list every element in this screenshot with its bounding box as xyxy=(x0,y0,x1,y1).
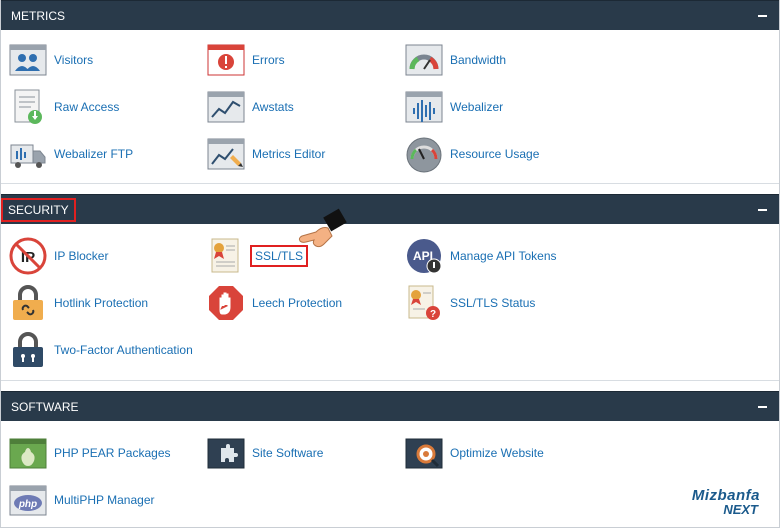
item-label: Leech Protection xyxy=(252,296,343,310)
security-item-leech-protection[interactable]: Leech Protection xyxy=(207,284,397,322)
security-item-hotlink-protection[interactable]: Hotlink Protection xyxy=(9,284,199,322)
divider xyxy=(1,183,779,184)
visitors-icon xyxy=(9,44,47,76)
security-panel: SECURITY xyxy=(1,194,779,224)
security-header[interactable]: SECURITY xyxy=(1,194,779,224)
webalizer-ftp-icon xyxy=(10,144,46,168)
item-label: Webalizer FTP xyxy=(54,147,134,161)
security-title: SECURITY xyxy=(1,198,76,222)
item-label: Two-Factor Authentication xyxy=(54,343,193,357)
item-label: Bandwidth xyxy=(450,53,507,67)
metrics-header[interactable]: METRICS xyxy=(1,0,779,30)
logo-line2: NEXT xyxy=(723,502,758,517)
item-label: SSL/TLS Status xyxy=(450,296,536,310)
divider xyxy=(1,380,779,381)
item-label: Site Software xyxy=(252,446,324,460)
leech-hand-icon xyxy=(209,286,243,320)
security-item-ssl-tls-status[interactable]: ? SSL/TLS Status xyxy=(405,284,595,322)
security-item-manage-api-tokens[interactable]: API Manage API Tokens xyxy=(405,237,595,275)
awstats-icon xyxy=(207,91,245,123)
metrics-item-webalizer-ftp[interactable]: Webalizer FTP xyxy=(9,135,199,173)
svg-text:php: php xyxy=(18,499,37,510)
collapse-icon[interactable] xyxy=(758,209,767,211)
webalizer-icon xyxy=(405,91,443,123)
collapse-icon[interactable] xyxy=(758,406,767,408)
two-factor-lock-icon xyxy=(13,332,43,367)
software-title: SOFTWARE xyxy=(11,400,79,414)
site-software-icon xyxy=(207,438,245,469)
svg-text:?: ? xyxy=(430,309,436,320)
errors-icon xyxy=(207,44,245,76)
brand-logo: Mizbanfa NEXT xyxy=(672,487,760,523)
item-label: Optimize Website xyxy=(450,446,544,460)
metrics-item-bandwidth[interactable]: Bandwidth xyxy=(405,41,595,79)
software-item-multiphp-manager[interactable]: php MultiPHP Manager xyxy=(9,481,199,519)
metrics-item-raw-access[interactable]: Raw Access xyxy=(9,88,199,126)
metrics-item-visitors[interactable]: Visitors xyxy=(9,41,199,79)
pointing-hand-icon xyxy=(298,208,347,248)
item-label: Errors xyxy=(252,53,285,67)
item-label: Hotlink Protection xyxy=(54,296,149,310)
ip-blocker-icon: IP xyxy=(9,237,47,275)
raw-access-icon xyxy=(14,89,42,124)
security-item-two-factor-authentication[interactable]: Two-Factor Authentication xyxy=(9,331,249,369)
metrics-item-resource-usage[interactable]: Resource Usage xyxy=(405,135,595,173)
item-label: MultiPHP Manager xyxy=(54,493,155,507)
metrics-panel: METRICS xyxy=(1,0,779,30)
multiphp-icon: php xyxy=(9,485,47,516)
item-label: Metrics Editor xyxy=(252,147,326,161)
software-item-php-pear-packages[interactable]: PHP PEAR Packages xyxy=(9,434,199,472)
optimize-website-icon xyxy=(405,438,443,469)
software-header[interactable]: SOFTWARE xyxy=(1,391,779,421)
metrics-item-webalizer[interactable]: Webalizer xyxy=(405,88,595,126)
metrics-item-errors[interactable]: Errors xyxy=(207,41,397,79)
bandwidth-icon xyxy=(405,44,443,76)
php-pear-icon xyxy=(9,438,47,469)
software-item-site-software[interactable]: Site Software xyxy=(207,434,397,472)
item-label: Visitors xyxy=(54,53,94,67)
resource-usage-icon xyxy=(406,137,442,173)
security-item-ip-blocker[interactable]: IP IP Blocker xyxy=(9,237,199,275)
software-panel: SOFTWARE xyxy=(1,391,779,421)
api-tokens-icon: API xyxy=(407,239,442,274)
ssl-certificate-icon xyxy=(211,238,239,273)
ssl-status-icon: ? xyxy=(408,285,440,320)
item-label: Awstats xyxy=(252,100,294,114)
item-label: Raw Access xyxy=(54,100,120,114)
hotlink-lock-icon xyxy=(13,285,43,320)
item-label: Resource Usage xyxy=(450,147,540,161)
collapse-icon[interactable] xyxy=(758,15,767,17)
item-label: PHP PEAR Packages xyxy=(54,446,171,460)
item-label: IP Blocker xyxy=(54,249,109,263)
metrics-item-metrics-editor[interactable]: Metrics Editor xyxy=(207,135,397,173)
metrics-editor-icon xyxy=(207,138,245,170)
item-label: Manage API Tokens xyxy=(450,249,557,263)
item-label: Webalizer xyxy=(450,100,504,114)
software-item-optimize-website[interactable]: Optimize Website xyxy=(405,434,595,472)
metrics-title: METRICS xyxy=(11,9,65,23)
metrics-item-awstats[interactable]: Awstats xyxy=(207,88,397,126)
